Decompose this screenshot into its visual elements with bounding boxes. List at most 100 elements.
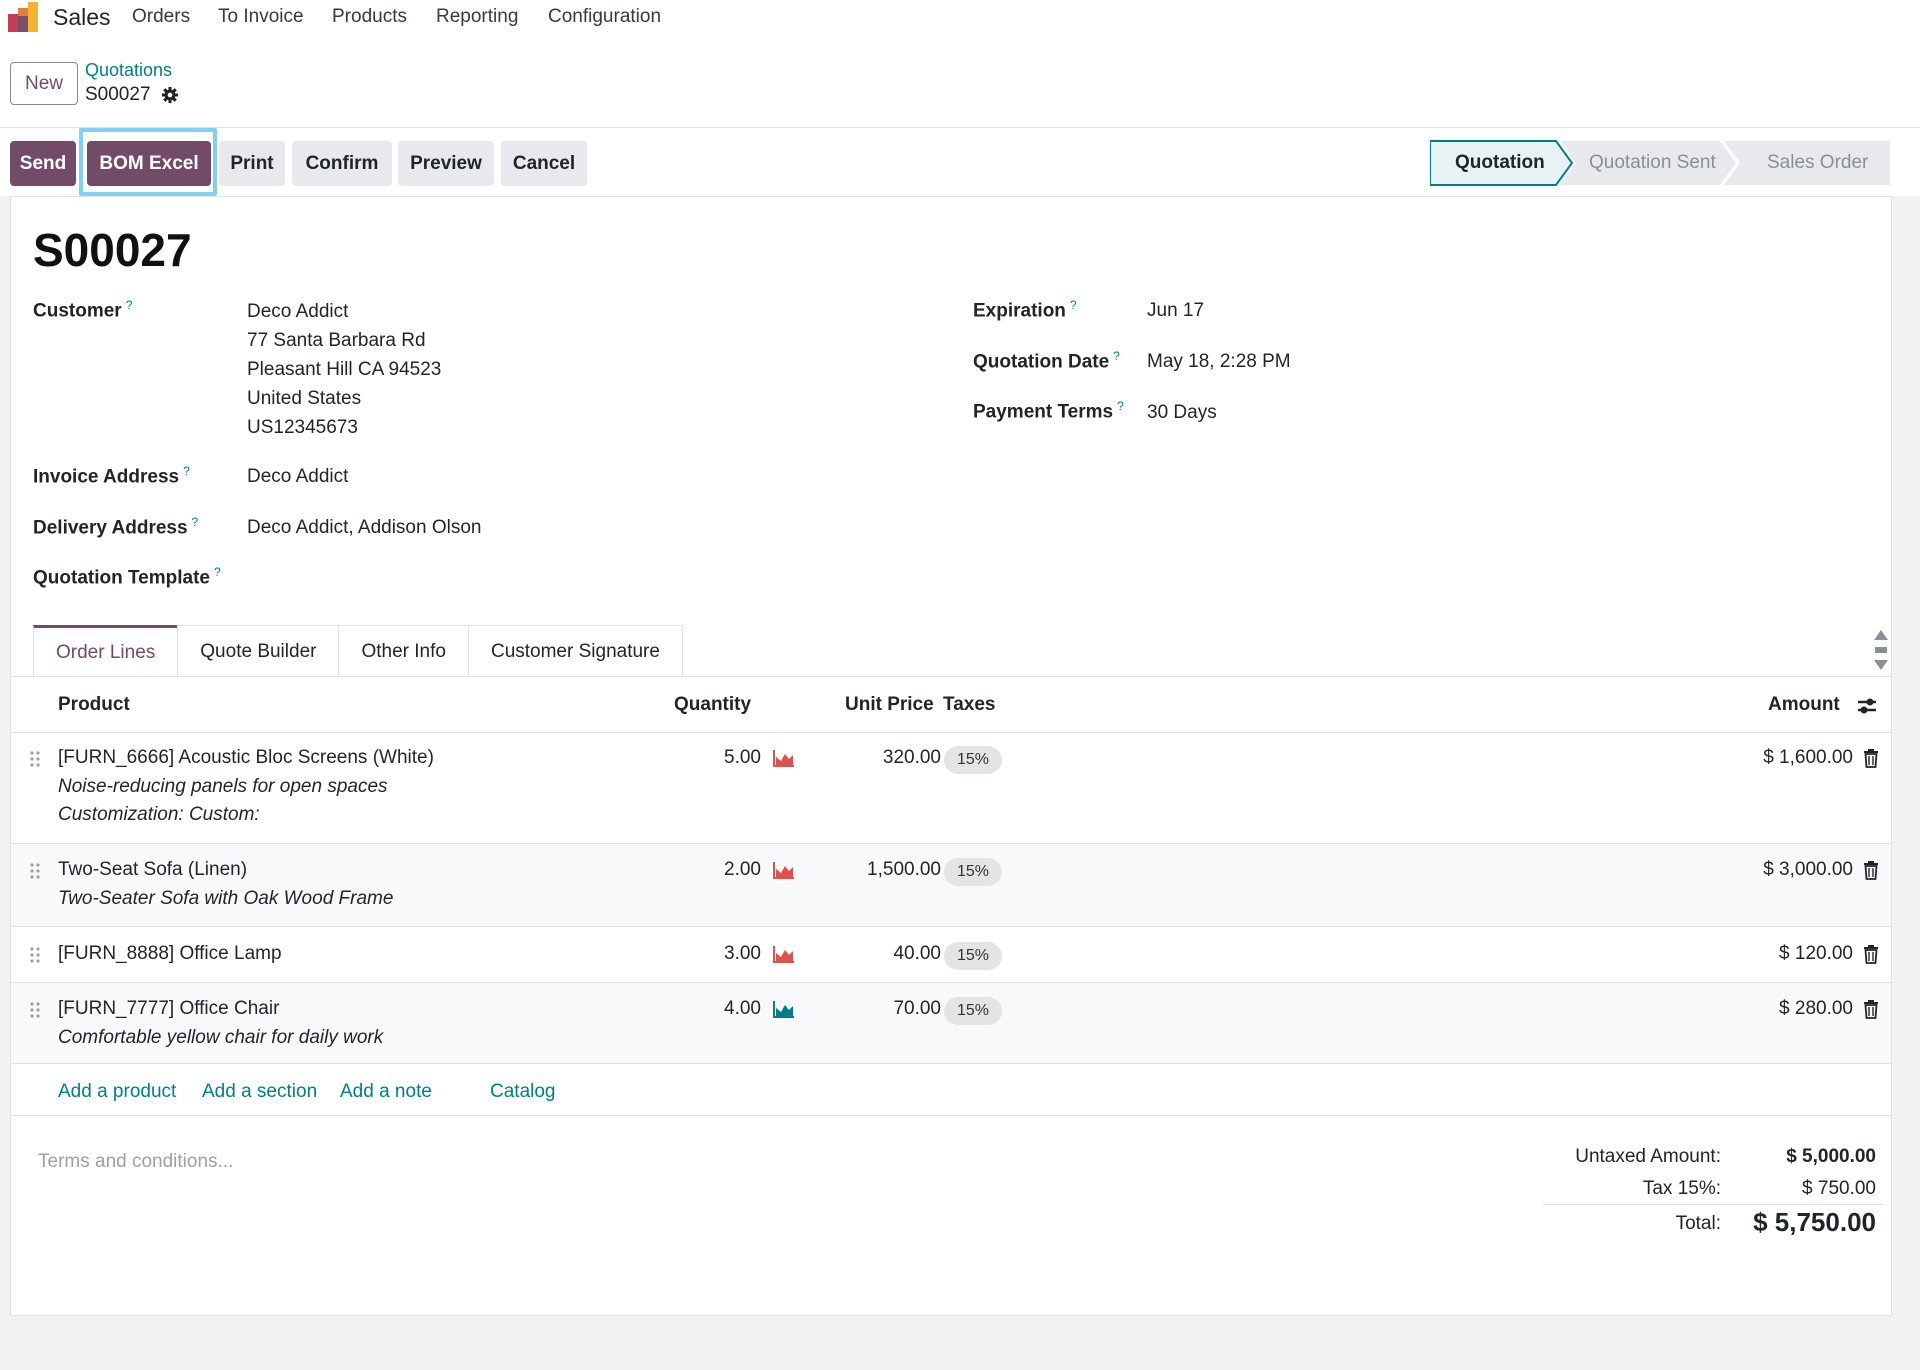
control-panel: New Quotations S00027 xyxy=(0,36,1920,128)
invoice-address-label: Invoice Address? xyxy=(33,464,190,488)
col-amount-header[interactable]: Amount xyxy=(1768,694,1840,716)
tax-value: $ 750.00 xyxy=(1802,1178,1876,1199)
trash-icon[interactable] xyxy=(1863,861,1879,880)
row-product[interactable]: [FURN_6666] Acoustic Bloc Screens (White… xyxy=(58,747,434,769)
forecast-chart-icon[interactable] xyxy=(773,861,795,879)
menu-configuration[interactable]: Configuration xyxy=(548,6,661,28)
sales-app-icon[interactable] xyxy=(8,2,38,32)
breadcrumb-current-label: S00027 xyxy=(85,84,151,105)
preview-button[interactable]: Preview xyxy=(398,141,494,186)
tab-quote-builder[interactable]: Quote Builder xyxy=(177,625,340,677)
trash-icon[interactable] xyxy=(1863,945,1879,964)
payment-terms-field[interactable]: 30 Days xyxy=(1147,402,1217,424)
add-note-link[interactable]: Add a note xyxy=(340,1081,432,1103)
breadcrumb-quotations[interactable]: Quotations xyxy=(85,60,172,81)
drag-handle-icon[interactable] xyxy=(29,1001,41,1019)
row-description: Comfortable yellow chair for daily work xyxy=(58,1027,384,1048)
forecast-chart-icon[interactable] xyxy=(773,749,795,767)
trash-icon[interactable] xyxy=(1863,749,1879,768)
untaxed-amount-label: Untaxed Amount: xyxy=(1575,1146,1721,1167)
optional-columns-icon[interactable] xyxy=(1857,696,1877,716)
delivery-address-field[interactable]: Deco Addict, Addison Olson xyxy=(247,517,481,539)
row-description-extra: Customization: Custom: xyxy=(58,804,260,825)
row-quantity[interactable]: 2.00 xyxy=(701,859,761,881)
bom-excel-highlight xyxy=(79,128,217,196)
row-quantity[interactable]: 4.00 xyxy=(701,998,761,1020)
add-section-link[interactable]: Add a section xyxy=(202,1081,317,1103)
row-divider xyxy=(11,1063,1891,1064)
tab-other-info[interactable]: Other Info xyxy=(338,625,469,677)
forecast-chart-icon[interactable] xyxy=(773,945,795,963)
customer-country: United States xyxy=(247,388,362,409)
expiration-field[interactable]: Jun 17 xyxy=(1147,300,1204,322)
row-product[interactable]: [FURN_8888] Office Lamp xyxy=(58,943,282,965)
delivery-address-label: Delivery Address? xyxy=(33,515,199,539)
print-button[interactable]: Print xyxy=(219,141,285,186)
scroll-arrows-icon[interactable] xyxy=(1873,629,1889,671)
add-product-link[interactable]: Add a product xyxy=(58,1081,176,1103)
row-quantity[interactable]: 3.00 xyxy=(701,943,761,965)
gear-icon[interactable] xyxy=(161,86,179,104)
app-name[interactable]: Sales xyxy=(53,4,111,31)
row-amount: $ 1,600.00 xyxy=(1763,747,1853,768)
expiration-label: Expiration? xyxy=(973,298,1077,322)
drag-handle-icon[interactable] xyxy=(29,862,41,880)
form-sheet: S00027 Customer? Deco Addict 77 Santa Ba… xyxy=(10,196,1892,1316)
row-unit-price[interactable]: 320.00 xyxy=(841,747,941,769)
cancel-button[interactable]: Cancel xyxy=(501,141,587,186)
stage-quotation[interactable]: Quotation xyxy=(1455,152,1545,174)
tax-badge[interactable]: 15% xyxy=(944,858,1002,886)
customer-name: Deco Addict xyxy=(247,301,349,322)
send-button[interactable]: Send xyxy=(10,141,76,186)
trash-icon[interactable] xyxy=(1863,1000,1879,1019)
quotation-date-field[interactable]: May 18, 2:28 PM xyxy=(1147,351,1291,373)
tabs-divider xyxy=(11,676,1891,677)
row-quantity[interactable]: 5.00 xyxy=(701,747,761,769)
col-unit-price-header[interactable]: Unit Price xyxy=(845,694,934,716)
tab-customer-signature[interactable]: Customer Signature xyxy=(467,625,683,677)
tax-label: Tax 15%: xyxy=(1642,1178,1721,1199)
terms-input[interactable]: Terms and conditions... xyxy=(38,1151,233,1173)
new-button[interactable]: New xyxy=(10,62,78,105)
top-navbar: Sales Orders To Invoice Products Reporti… xyxy=(0,0,1920,36)
col-product-header[interactable]: Product xyxy=(58,694,130,716)
table-row[interactable] xyxy=(11,844,1891,926)
quotation-template-field[interactable] xyxy=(247,565,747,591)
row-unit-price[interactable]: 70.00 xyxy=(841,998,941,1020)
menu-reporting[interactable]: Reporting xyxy=(436,6,518,28)
col-taxes-header[interactable]: Taxes xyxy=(943,694,995,716)
drag-handle-icon[interactable] xyxy=(29,750,41,768)
customer-street: 77 Santa Barbara Rd xyxy=(247,330,426,351)
confirm-button[interactable]: Confirm xyxy=(292,141,392,186)
customer-city: Pleasant Hill CA 94523 xyxy=(247,359,442,380)
menu-products[interactable]: Products xyxy=(332,6,407,28)
row-amount: $ 280.00 xyxy=(1779,998,1853,1019)
col-quantity-header[interactable]: Quantity xyxy=(674,694,751,716)
customer-field[interactable]: Deco Addict 77 Santa Barbara Rd Pleasant… xyxy=(247,297,441,442)
catalog-link[interactable]: Catalog xyxy=(490,1081,556,1103)
stage-quotation-sent[interactable]: Quotation Sent xyxy=(1589,152,1716,174)
table-footer-divider xyxy=(11,1115,1891,1116)
row-description: Noise-reducing panels for open spaces xyxy=(58,776,388,797)
stage-sales-order[interactable]: Sales Order xyxy=(1767,152,1868,174)
row-product[interactable]: Two-Seat Sofa (Linen) xyxy=(58,859,247,881)
forecast-chart-icon[interactable] xyxy=(773,1000,795,1018)
row-unit-price[interactable]: 1,500.00 xyxy=(841,859,941,881)
invoice-address-field[interactable]: Deco Addict xyxy=(247,466,348,488)
row-divider xyxy=(11,926,1891,927)
drag-handle-icon[interactable] xyxy=(29,946,41,964)
customer-label: Customer? xyxy=(33,298,133,322)
row-amount: $ 3,000.00 xyxy=(1763,859,1853,880)
row-unit-price[interactable]: 40.00 xyxy=(841,943,941,965)
tax-badge[interactable]: 15% xyxy=(944,942,1002,970)
totals-divider xyxy=(1543,1204,1883,1205)
row-product[interactable]: [FURN_7777] Office Chair xyxy=(58,998,279,1020)
tax-badge[interactable]: 15% xyxy=(944,746,1002,774)
menu-orders[interactable]: Orders xyxy=(132,6,190,28)
row-description: Two-Seater Sofa with Oak Wood Frame xyxy=(58,888,394,909)
notebook-tabs: Order Lines Quote Builder Other Info Cus… xyxy=(33,625,683,677)
tax-badge[interactable]: 15% xyxy=(944,997,1002,1025)
header-divider xyxy=(11,732,1891,733)
tab-order-lines[interactable]: Order Lines xyxy=(33,625,179,677)
menu-to-invoice[interactable]: To Invoice xyxy=(218,6,304,28)
